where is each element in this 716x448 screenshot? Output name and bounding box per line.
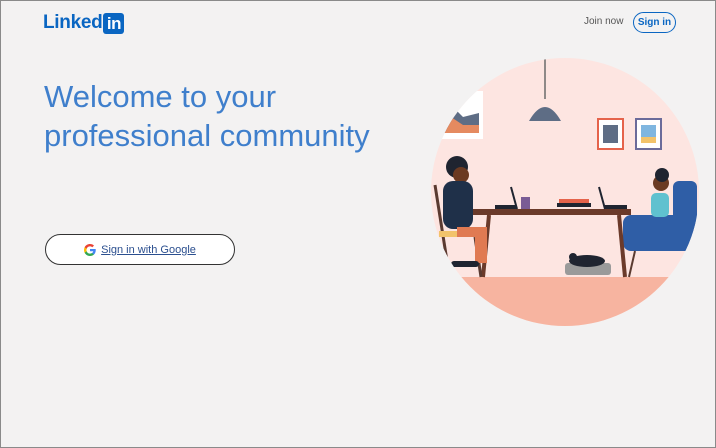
logo-wordmark: Linked <box>43 12 103 33</box>
sign-in-with-google-button[interactable]: Sign in with Google <box>45 234 235 265</box>
join-now-link[interactable]: Join now <box>584 16 623 27</box>
logo-in-box: in <box>103 12 125 34</box>
google-g-icon <box>84 243 96 256</box>
page-title: Welcome to your professional community <box>44 79 370 153</box>
people-working-at-table-illustration <box>431 58 699 326</box>
linkedin-logo[interactable]: Linked in <box>43 12 125 34</box>
sign-in-button[interactable]: Sign in <box>633 12 676 33</box>
google-button-label: Sign in with Google <box>101 243 196 256</box>
